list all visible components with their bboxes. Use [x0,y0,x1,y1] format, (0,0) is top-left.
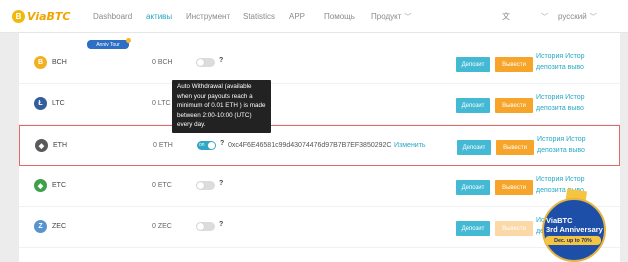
history-link-line1[interactable]: История Истор [537,134,621,145]
translate-icon: 文 [502,12,510,21]
chevron-down-icon: ﹀ [404,13,412,21]
badge-offer: Dec. up to 70% [545,236,601,245]
balance: 0 ETC [152,182,172,189]
notification-dot-icon [126,38,131,43]
nav-statistics[interactable]: Statistics [243,0,275,33]
asset-row-bch: B BCH 0 BCH ? Депозит Вывести История Ис… [19,43,620,84]
auto-withdraw-tooltip: Auto Withdrawal (available when your pay… [172,80,271,133]
toggle-knob [197,223,204,230]
chevron-down-icon: ﹀ [589,13,597,21]
deposit-button[interactable]: Депозит [456,180,490,195]
top-header: B ViaBTC Dashboard активы Инструмент Sta… [0,0,628,33]
nav-assets[interactable]: активы [146,0,172,33]
anniversary-tag[interactable]: Anniv Tour [87,38,131,49]
asset-row-zec: Z ZEC 0 ZEC ? Депозит Вывести История Ис… [19,207,620,248]
withdraw-button-disabled[interactable]: Вывести [495,221,533,236]
nav-product-label: Продукт [371,12,402,21]
withdraw-button[interactable]: Вывести [495,57,533,72]
history-link-line1[interactable]: История Истор [536,174,620,185]
withdraw-button[interactable]: Вывести [496,140,534,155]
balance: 0 ETH [153,142,173,149]
deposit-button[interactable]: Депозит [457,140,491,155]
language-select[interactable]: ﹀ русский ﹀ [541,0,597,33]
asset-row-eth: ◆ ETH 0 ETH on ? 0xc4F6E46581c99d4307447… [19,125,620,166]
badge-title: ViaBTC [546,216,573,225]
auto-withdraw-toggle[interactable] [196,58,215,67]
toggle-on-label: on [199,142,205,148]
deposit-button[interactable]: Депозит [456,57,490,72]
auto-withdraw-toggle[interactable] [196,222,215,231]
asset-row-etc: ◆ ETC 0 ETC ? Депозит Вывести История Ис… [19,166,620,207]
help-icon[interactable]: ? [219,180,223,187]
history-links[interactable]: История Истор депозита выво [536,92,620,114]
coin-symbol: BCH [52,59,67,66]
zec-coin-icon: Z [34,220,47,233]
balance: 0 LTC [152,100,171,107]
coin-symbol: ETC [52,182,66,189]
toggle-knob [197,182,204,189]
help-icon[interactable]: ? [219,57,223,64]
anniversary-tag-label: Anniv Tour [96,41,120,48]
history-link-line1[interactable]: История Истор [536,51,620,62]
language-label: русский [558,12,587,21]
deposit-button[interactable]: Депозит [456,98,490,113]
history-links[interactable]: История Истор депозита выво [537,134,621,156]
chevron-down-icon: ﹀ [541,13,548,21]
withdraw-address: 0xc4F6E46581c99d43074476d97B7B7EF3850292… [228,142,392,149]
asset-row-ltc: Ł LTC 0 LTC Депозит Вывести История Исто… [19,84,620,125]
nav-app[interactable]: APP [289,0,305,33]
nav-tools[interactable]: Инструмент [186,0,230,33]
help-icon[interactable]: ? [219,221,223,228]
logo-text: ViaBTC [27,9,71,23]
viabtc-logo[interactable]: B ViaBTC [12,9,70,23]
coin-symbol: ETH [53,142,67,149]
toggle-knob [208,142,215,149]
etc-coin-icon: ◆ [34,179,47,192]
eth-coin-icon: ◆ [35,139,48,152]
history-link-line2[interactable]: депозита выво [537,145,621,156]
balance: 0 ZEC [152,223,172,230]
auto-withdraw-toggle[interactable]: on [197,141,216,150]
badge-subtitle: 3rd Anniversary [546,225,603,234]
change-address-link[interactable]: Изменить [394,142,426,149]
auto-withdraw-toggle[interactable] [196,181,215,190]
anniversary-promo-badge[interactable]: ViaBTC 3rd Anniversary Dec. up to 70% [538,188,610,262]
history-links[interactable]: История Истор депозита выво [536,51,620,73]
help-icon[interactable]: ? [220,140,224,147]
nav-dashboard[interactable]: Dashboard [93,0,132,33]
withdraw-button[interactable]: Вывести [495,98,533,113]
logo-coin-icon: B [12,9,25,23]
coin-symbol: ZEC [52,223,66,230]
deposit-button[interactable]: Депозит [456,221,490,236]
nav-help[interactable]: Помощь [324,0,355,33]
ltc-coin-icon: Ł [34,97,47,110]
nav-product[interactable]: Продукт ﹀ [371,0,411,33]
balance: 0 BCH [152,59,173,66]
bch-coin-icon: B [34,56,47,69]
withdraw-button[interactable]: Вывести [495,180,533,195]
coin-symbol: LTC [52,100,65,107]
history-link-line2[interactable]: депозита выво [536,103,620,114]
toggle-knob [197,59,204,66]
history-link-line1[interactable]: История Истор [536,92,620,103]
history-link-line2[interactable]: депозита выво [536,62,620,73]
